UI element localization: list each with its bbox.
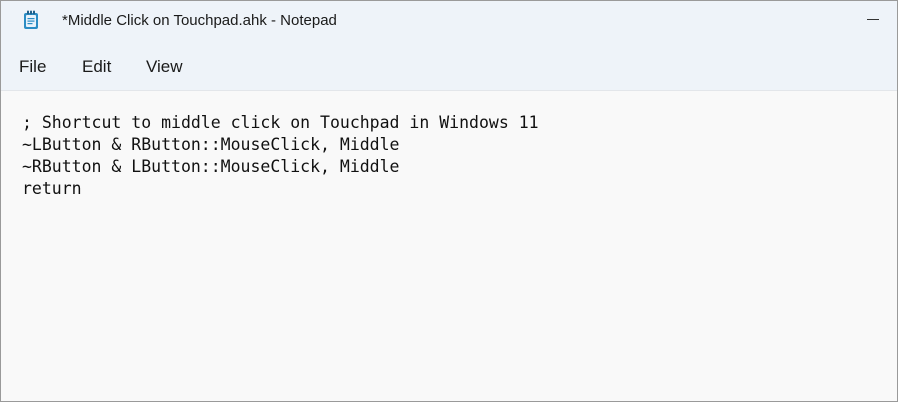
- editor-line: ~RButton & LButton::MouseClick, Middle: [22, 157, 400, 176]
- menu-bar: File Edit View: [1, 49, 897, 85]
- notepad-window: *Middle Click on Touchpad.ahk - Notepad …: [0, 0, 898, 402]
- editor-line: ~LButton & RButton::MouseClick, Middle: [22, 135, 400, 154]
- text-editor[interactable]: ; Shortcut to middle click on Touchpad i…: [1, 91, 897, 401]
- editor-line: ; Shortcut to middle click on Touchpad i…: [22, 113, 539, 132]
- minimize-icon: [867, 19, 879, 20]
- menu-edit[interactable]: Edit: [82, 57, 111, 77]
- window-chrome: *Middle Click on Touchpad.ahk - Notepad …: [1, 1, 897, 90]
- title-bar[interactable]: *Middle Click on Touchpad.ahk - Notepad: [1, 1, 897, 41]
- window-title: *Middle Click on Touchpad.ahk - Notepad: [62, 12, 337, 29]
- editor-line: return: [22, 179, 82, 198]
- notepad-icon: [23, 10, 39, 30]
- minimize-button[interactable]: [857, 7, 889, 33]
- menu-file[interactable]: File: [19, 57, 46, 77]
- menu-view[interactable]: View: [146, 57, 183, 77]
